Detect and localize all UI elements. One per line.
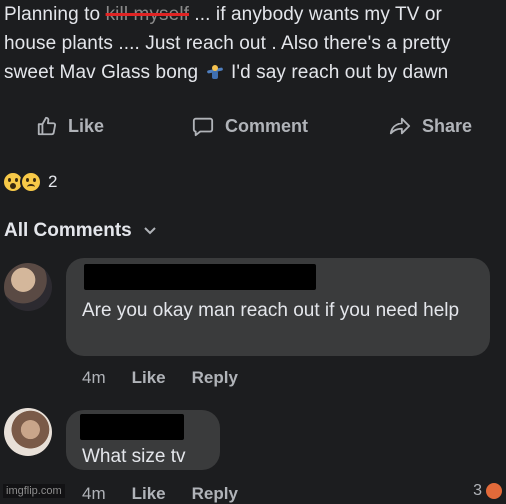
post-text-segment: ... if anybody wants my TV or: [194, 4, 442, 25]
angry-reaction-icon: [486, 483, 502, 499]
post-line-3: sweet Mav Glass bong I'd say reach out b…: [4, 58, 504, 87]
post-text-segment: I'd say reach out by dawn: [230, 62, 449, 83]
post-text-segment: Planning to: [4, 4, 101, 25]
comment-reply-button[interactable]: Reply: [192, 484, 238, 504]
comment-icon: [192, 117, 214, 137]
reaction-summary[interactable]: 2: [2, 171, 57, 193]
comment-filter-label: All Comments: [4, 220, 132, 241]
post-line-1: Planning to kill myself ... if anybody w…: [4, 0, 504, 29]
comment-timestamp: 4m: [82, 368, 106, 387]
comment-text: Are you okay man reach out if you need h…: [82, 300, 460, 321]
comment-text: What size tv: [82, 446, 186, 467]
comment-filter-dropdown[interactable]: All Comments: [4, 220, 156, 242]
post-text-segment: sweet Mav Glass bong: [4, 62, 199, 83]
redacted-text: kill myself: [105, 4, 190, 25]
post-actions-bar: Like Comment Share: [0, 108, 506, 144]
comment-reaction-summary[interactable]: 3: [473, 482, 502, 500]
redacted-commenter-name: [80, 414, 184, 440]
share-label: Share: [422, 115, 473, 136]
comment-meta: 4m Like Reply: [82, 484, 264, 504]
person-shrugging-icon: [206, 65, 224, 79]
avatar[interactable]: [4, 263, 52, 311]
post-text: Planning to kill myself ... if anybody w…: [4, 0, 504, 87]
comment-label: Comment: [225, 115, 309, 136]
reaction-count: 2: [48, 172, 58, 191]
thumbs-up-icon: [37, 116, 57, 136]
avatar[interactable]: [4, 408, 52, 456]
like-label: Like: [68, 115, 105, 136]
comment-button[interactable]: Comment: [191, 108, 308, 144]
chevron-down-icon: [144, 227, 156, 235]
comment-like-button[interactable]: Like: [132, 484, 166, 504]
post-line-2: house plants .... Just reach out . Also …: [4, 33, 451, 54]
comment-like-button[interactable]: Like: [132, 368, 166, 388]
comment-timestamp: 4m: [82, 484, 106, 503]
comment-reaction-count: 3: [473, 482, 482, 499]
comment-meta: 4m Like Reply: [82, 368, 264, 388]
comment-reply-button[interactable]: Reply: [192, 368, 238, 388]
sad-reaction-icon: [20, 171, 42, 193]
watermark: imgflip.com: [3, 484, 65, 498]
redacted-commenter-name: [84, 264, 316, 290]
share-icon: [389, 117, 411, 135]
comment-bubble: Are you okay man reach out if you need h…: [66, 258, 490, 356]
comment-bubble: What size tv: [66, 410, 220, 470]
like-button[interactable]: Like: [36, 108, 104, 144]
share-button[interactable]: Share: [388, 108, 472, 144]
